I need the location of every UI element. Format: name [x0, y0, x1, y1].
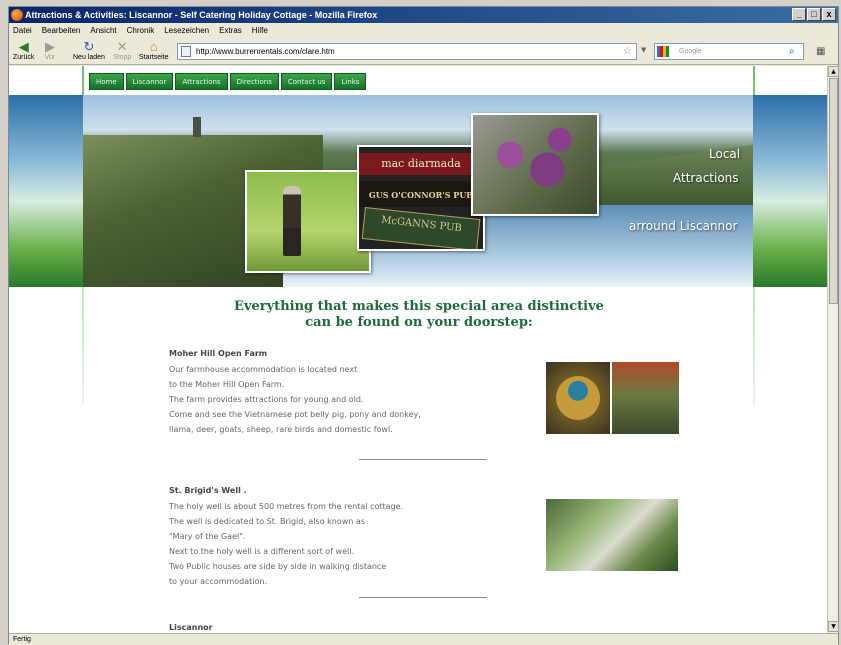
- close-button[interactable]: x: [822, 8, 836, 21]
- banner-side-left: [9, 95, 83, 287]
- page-heading-line2: can be found on your doorstep:: [305, 315, 533, 330]
- reload-label: Neu laden: [73, 54, 105, 61]
- page-viewport: Home Liscannor Attractions Directions Co…: [9, 66, 827, 633]
- stop-icon: ✕: [116, 39, 128, 54]
- section-text-line: Two Public houses are side by side in wa…: [169, 562, 387, 571]
- back-label: Zurück: [13, 54, 35, 61]
- url-text: http://www.burrenrentals.com/clare.htm: [196, 47, 335, 56]
- vertical-scrollbar[interactable]: ▲ ▼: [827, 66, 839, 633]
- pub-sign-gus-oconnors: GUS O'CONNOR'S PUB: [359, 181, 483, 207]
- menu-chronik[interactable]: Chronik: [127, 23, 155, 38]
- flowers-photo: [471, 113, 599, 216]
- menu-hilfe[interactable]: Hilfe: [252, 23, 268, 38]
- search-input[interactable]: Google: [654, 43, 804, 60]
- title-bar: Attractions & Activities: Liscannor - Se…: [9, 7, 838, 23]
- moher-farm-photos: [546, 362, 679, 434]
- status-text: Fertig: [13, 636, 31, 643]
- forward-button[interactable]: ▶ Vor: [43, 39, 57, 62]
- nav-contact-us[interactable]: Contact us: [280, 73, 333, 90]
- header-banner: mac diarmada GUS O'CONNOR'S PUB McGANNS …: [83, 95, 753, 287]
- google-icon[interactable]: [657, 46, 669, 57]
- section-divider: [359, 597, 487, 598]
- tower-image: [193, 117, 201, 137]
- stop-label: Stopp: [113, 54, 132, 61]
- reload-icon: ↻: [83, 39, 95, 54]
- section-text-line: The holy well is about 500 metres from t…: [169, 502, 404, 511]
- bookmark-star-icon[interactable]: ☆: [623, 46, 632, 57]
- forward-label: Vor: [44, 54, 56, 61]
- nav-directions[interactable]: Directions: [229, 73, 279, 90]
- section-text-line: The well is dedicated to St. Brigid, als…: [169, 517, 365, 526]
- peacock-photo: [546, 362, 610, 434]
- section-text-line: Next to the holy well is a different sor…: [169, 547, 354, 556]
- page-heading-line1: Everything that makes this special area …: [234, 299, 604, 314]
- banner-text-local: Local: [709, 147, 741, 161]
- nav-home[interactable]: Home: [89, 73, 124, 90]
- window-title: Attractions & Activities: Liscannor - Se…: [25, 10, 378, 20]
- section-title-moher-hill: Moher Hill Open Farm: [169, 349, 268, 358]
- nav-links[interactable]: Links: [334, 73, 367, 90]
- stop-button[interactable]: ✕ Stopp: [113, 39, 132, 62]
- golfer-figure: [283, 186, 301, 256]
- scroll-down-icon[interactable]: ▼: [828, 621, 839, 632]
- pub-sign-mcganns: McGANNS PUB: [361, 207, 481, 249]
- banner-side-right: [753, 95, 827, 287]
- golfer-photo: [245, 170, 371, 273]
- forward-arrow-icon: ▶: [45, 39, 55, 54]
- menu-lesezeichen[interactable]: Lesezeichen: [164, 23, 209, 38]
- nav-attractions[interactable]: Attractions: [175, 73, 228, 90]
- section-text-line: The farm provides attractions for young …: [169, 395, 364, 404]
- menu-extras[interactable]: Extras: [219, 23, 242, 38]
- menu-bar: Datei Bearbeiten Ansicht Chronik Lesezei…: [9, 23, 838, 38]
- menu-ansicht[interactable]: Ansicht: [90, 23, 116, 38]
- home-button[interactable]: ⌂ Startseite: [139, 39, 169, 62]
- page-icon: [181, 46, 191, 57]
- url-bar[interactable]: http://www.burrenrentals.com/clare.htm: [177, 43, 637, 60]
- section-divider: [359, 459, 487, 460]
- search-placeholder: Google: [679, 48, 702, 55]
- minimize-button[interactable]: _: [792, 8, 806, 21]
- section-text-line: "Mary of the Gael".: [169, 532, 246, 541]
- scrollbar-thumb[interactable]: [829, 78, 838, 304]
- navigation-toolbar: ◀ Zurück ▶ Vor ↻ Neu laden ✕ Stopp ⌂ Sta…: [9, 38, 838, 65]
- holy-well-photos: [546, 499, 678, 571]
- menu-bearbeiten[interactable]: Bearbeiten: [42, 23, 81, 38]
- menu-datei[interactable]: Datei: [13, 23, 32, 38]
- nav-liscannor[interactable]: Liscannor: [125, 73, 174, 90]
- toolbar-extra-icon[interactable]: ▦: [816, 46, 825, 57]
- site-nav: Home Liscannor Attractions Directions Co…: [89, 73, 367, 90]
- url-dropdown-icon[interactable]: ▼: [641, 46, 646, 54]
- scroll-up-icon[interactable]: ▲: [828, 66, 839, 77]
- go-karts-photo: [612, 362, 679, 434]
- section-text-line: to your accommodation.: [169, 577, 268, 586]
- back-button[interactable]: ◀ Zurück: [13, 39, 35, 62]
- banner-text-liscannor: arround Liscannor: [629, 219, 738, 233]
- holy-well-photo: [546, 499, 678, 571]
- section-text-line: llama, deer, goats, sheep, rare birds an…: [169, 425, 393, 434]
- section-title-st-brigids-well: St. Brigid's Well .: [169, 486, 247, 495]
- firefox-icon: [11, 9, 23, 21]
- home-label: Startseite: [139, 54, 169, 61]
- section-text-line: Our farmhouse accommodation is located n…: [169, 365, 358, 374]
- banner-text-attractions: Attractions: [673, 171, 739, 185]
- search-go-icon[interactable]: ⌕: [789, 46, 795, 57]
- maximize-button[interactable]: □: [807, 8, 821, 21]
- reload-button[interactable]: ↻ Neu laden: [73, 39, 105, 62]
- pub-sign-mac-diarmada: mac diarmada: [359, 153, 483, 175]
- status-bar: Fertig: [9, 633, 838, 645]
- section-text-line: Come and see the Vietnamese pot belly pi…: [169, 410, 421, 419]
- back-arrow-icon: ◀: [18, 39, 29, 54]
- pub-signs-photo: mac diarmada GUS O'CONNOR'S PUB McGANNS …: [357, 145, 485, 251]
- home-icon: ⌂: [149, 39, 158, 54]
- browser-window: Attractions & Activities: Liscannor - Se…: [8, 6, 839, 645]
- section-text-line: to the Moher Hill Open Farm.: [169, 380, 285, 389]
- section-title-liscannor: Liscannor: [169, 623, 213, 632]
- page-heading: Everything that makes this special area …: [169, 299, 669, 331]
